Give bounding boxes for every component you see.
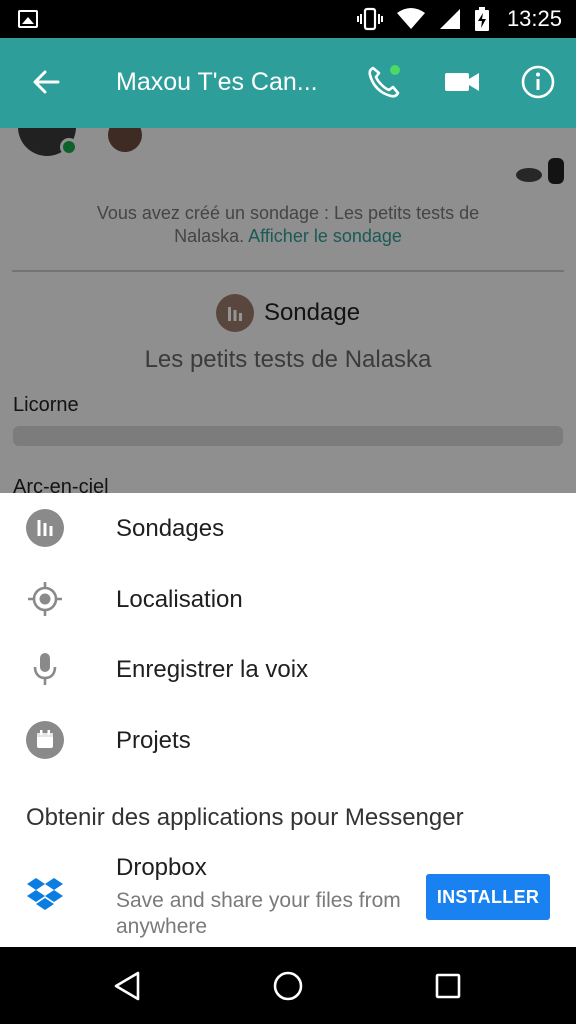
app-name: Dropbox	[116, 854, 207, 881]
menu-item-voice[interactable]: Enregistrer la voix	[0, 634, 576, 704]
install-button[interactable]: INSTALLER	[426, 874, 550, 920]
app-row-dropbox[interactable]: Dropbox Save and share your files from a…	[0, 848, 576, 944]
wifi-icon	[396, 8, 425, 29]
more-actions-sheet: Sondages Localisation Enregistrer la voi…	[0, 493, 576, 947]
status-bar: 13:25	[0, 0, 576, 38]
conversation-header: Maxou T'es Can...	[0, 38, 576, 128]
microphone-icon	[33, 653, 57, 685]
dim-overlay[interactable]	[0, 128, 576, 493]
clock: 13:25	[506, 6, 562, 31]
calendar-icon	[26, 721, 64, 759]
system-nav-bar	[0, 947, 576, 1024]
menu-item-projects[interactable]: Projets	[0, 705, 576, 775]
menu-item-label: Sondages	[116, 515, 225, 542]
menu-item-label: Enregistrer la voix	[116, 656, 309, 683]
recents-nav-icon[interactable]	[429, 967, 467, 1005]
menu-item-label: Projets	[116, 727, 191, 754]
info-icon[interactable]	[518, 62, 558, 102]
location-target-icon	[28, 582, 62, 616]
back-arrow-icon[interactable]	[28, 64, 64, 100]
poll-icon	[26, 509, 64, 547]
phone-call-icon[interactable]	[364, 62, 404, 102]
dropbox-icon	[27, 878, 63, 910]
vibrate-icon	[356, 7, 383, 31]
app-description: Save and share your files from anywhere	[116, 889, 401, 938]
back-nav-icon[interactable]	[109, 967, 147, 1005]
menu-item-polls[interactable]: Sondages	[0, 493, 576, 563]
image-notification-icon	[18, 10, 38, 28]
conversation-title[interactable]: Maxou T'es Can...	[116, 68, 318, 97]
video-camera-icon[interactable]	[442, 62, 482, 102]
battery-charging-icon	[474, 7, 489, 31]
conversation-area: Vous avez créé un sondage : Les petits t…	[0, 128, 576, 493]
menu-item-location[interactable]: Localisation	[0, 564, 576, 634]
home-nav-icon[interactable]	[269, 967, 307, 1005]
signal-icon	[439, 9, 460, 29]
apps-section-title: Obtenir des applications pour Messenger	[26, 804, 464, 831]
menu-item-label: Localisation	[116, 586, 243, 613]
